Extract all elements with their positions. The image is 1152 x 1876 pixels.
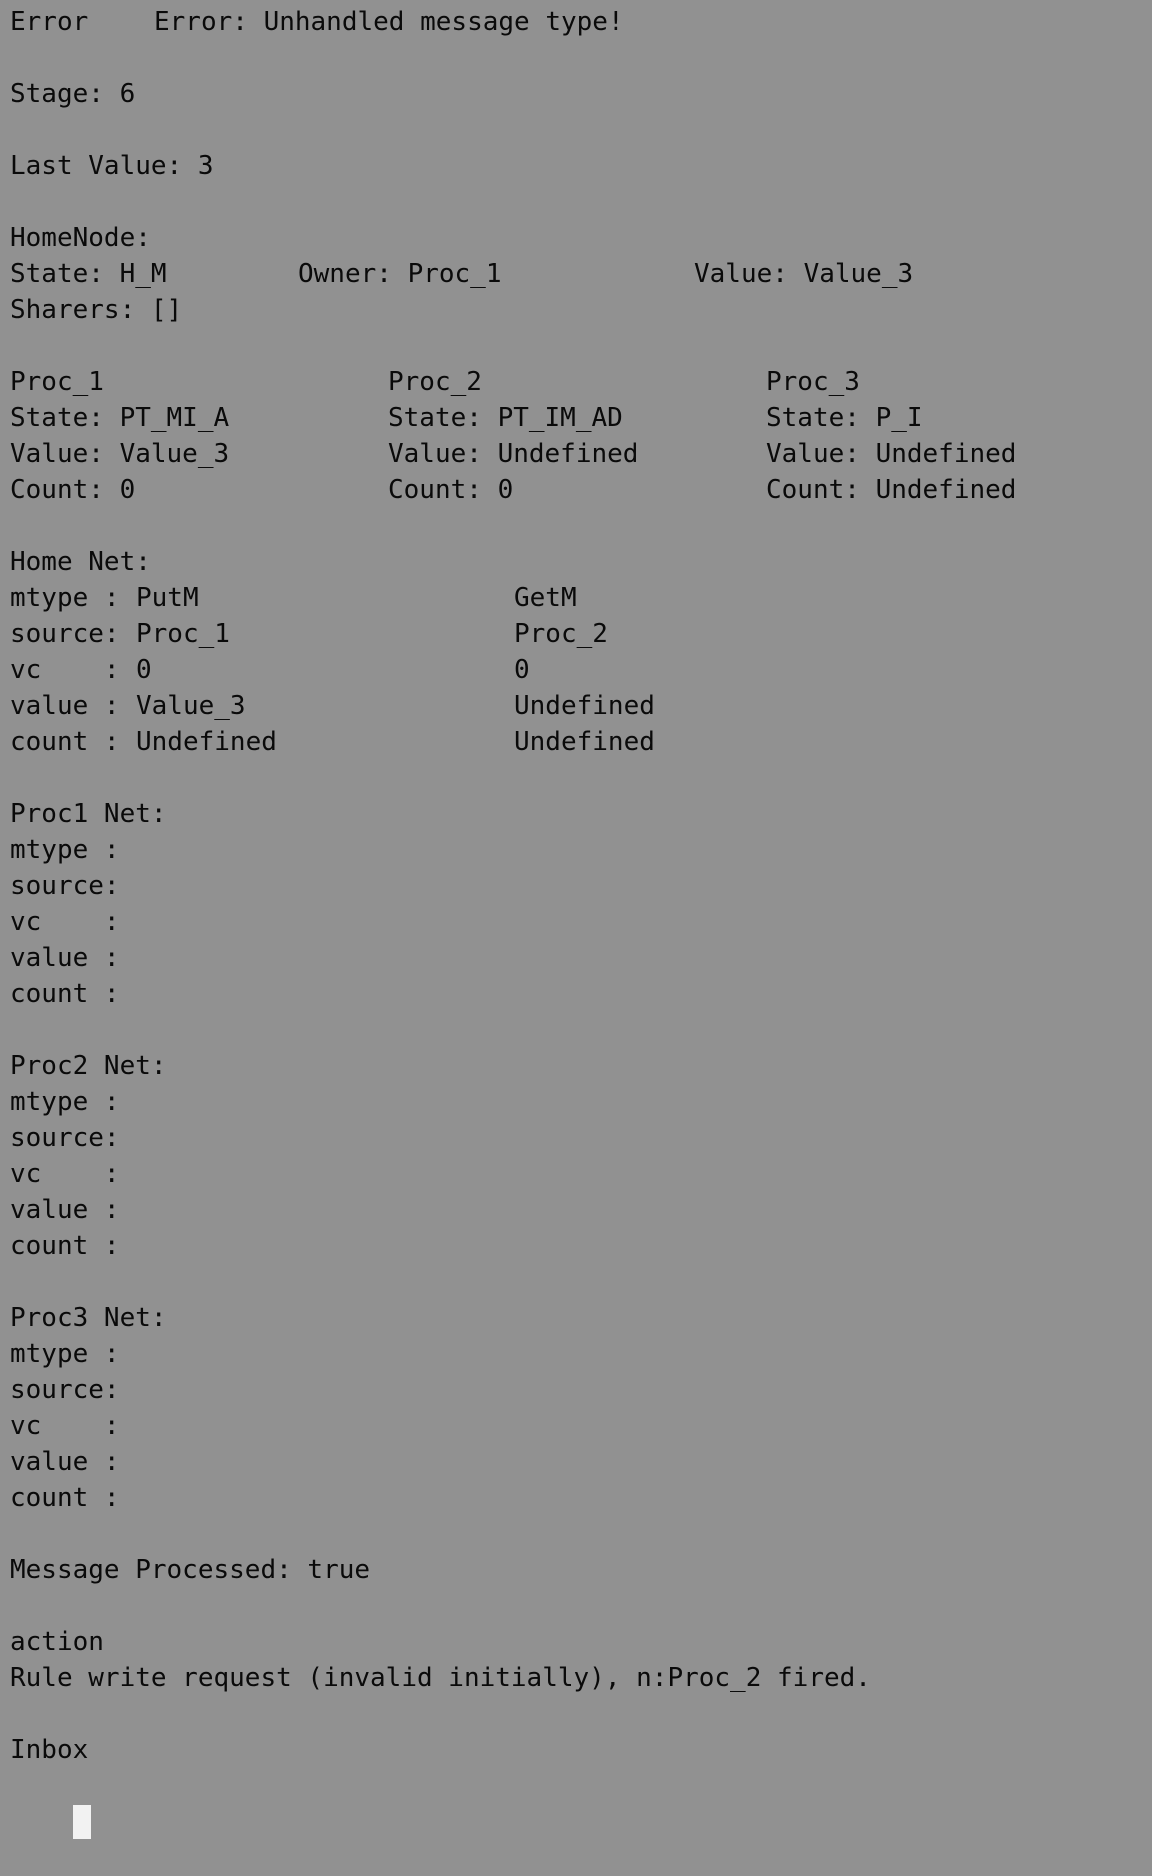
proc1-net-row: vc :: [10, 907, 120, 937]
home-net-value-2: Proc_2: [514, 619, 608, 649]
home-net-label: vc :: [10, 655, 120, 685]
home-net-value-2: 0: [514, 655, 530, 685]
proc1-net-row: count :: [10, 979, 120, 1009]
home-net-label: source:: [10, 619, 120, 649]
inbox-title: Inbox: [10, 1735, 89, 1765]
stage-line: Stage: 6: [10, 79, 136, 109]
proc3-net-row: vc :: [10, 1411, 120, 1441]
proc2-net-row: count :: [10, 1231, 120, 1261]
proc1-net-row: source:: [10, 871, 120, 901]
home-net-value-1: Value_3: [136, 691, 246, 721]
home-net-value-1: PutM: [136, 583, 199, 613]
proc-state-line: State: PT_MI_A State: PT_IM_AD State: P_…: [10, 400, 1140, 436]
home-net-value-2: GetM: [514, 583, 577, 613]
error-message: Error: Unhandled message type!: [154, 7, 624, 37]
home-net-row: mtype : PutM GetM: [10, 580, 1140, 616]
proc-2-name: Proc_2: [388, 367, 482, 397]
last-value-line: Last Value: 3: [10, 151, 214, 181]
proc3-net-row: source:: [10, 1375, 120, 1405]
home-net-value-2: Undefined: [514, 691, 655, 721]
action-text: Rule write request (invalid initially), …: [10, 1663, 871, 1693]
home-net-value-1: 0: [136, 655, 152, 685]
home-net-value-1: Undefined: [136, 727, 277, 757]
home-node-line: State: H_M Owner: Proc_1 Value: Value_3: [10, 256, 1140, 292]
home-net-value-1: Proc_1: [136, 619, 230, 649]
home-net-label: value :: [10, 691, 120, 721]
home-net-title: Home Net:: [10, 547, 151, 577]
home-net-row: value : Value_3 Undefined: [10, 688, 1140, 724]
home-node-value: Value: Value_3: [694, 259, 914, 289]
terminal-output: Error Error: Unhandled message type! Sta…: [10, 4, 1140, 1839]
action-title: action: [10, 1627, 104, 1657]
proc3-net-title: Proc3 Net:: [10, 1303, 167, 1333]
home-net-value-2: Undefined: [514, 727, 655, 757]
proc-1-value: Value: Value_3: [10, 439, 230, 469]
proc2-net-title: Proc2 Net:: [10, 1051, 167, 1081]
home-node-title: HomeNode:: [10, 223, 151, 253]
proc-2-value: Value: Undefined: [388, 439, 639, 469]
proc-3-name: Proc_3: [766, 367, 860, 397]
home-net-label: mtype :: [10, 583, 120, 613]
proc-3-state: State: P_I: [766, 403, 923, 433]
proc2-net-row: mtype :: [10, 1087, 120, 1117]
home-net-label: count :: [10, 727, 120, 757]
home-net-row: count : Undefined Undefined: [10, 724, 1140, 760]
proc3-net-row: count :: [10, 1483, 120, 1513]
proc3-net-row: mtype :: [10, 1339, 120, 1369]
proc1-net-row: value :: [10, 943, 120, 973]
proc-2-count: Count: 0: [388, 475, 514, 505]
home-node-sharers: Sharers: []: [10, 295, 183, 325]
proc-1-state: State: PT_MI_A: [10, 403, 230, 433]
proc-count-line: Count: 0 Count: 0 Count: Undefined: [10, 472, 1140, 508]
home-node-owner: Owner: Proc_1: [298, 259, 502, 289]
proc-name-line: Proc_1 Proc_2 Proc_3: [10, 364, 1140, 400]
proc1-net-title: Proc1 Net:: [10, 799, 167, 829]
home-net-row: vc : 0 0: [10, 652, 1140, 688]
proc-2-state: State: PT_IM_AD: [388, 403, 623, 433]
home-net-row: source: Proc_1 Proc_2: [10, 616, 1140, 652]
proc-3-count: Count: Undefined: [766, 475, 1017, 505]
proc2-net-row: value :: [10, 1195, 120, 1225]
proc-3-value: Value: Undefined: [766, 439, 1017, 469]
error-line: Error Error: Unhandled message type!: [10, 4, 1140, 40]
proc-1-name: Proc_1: [10, 367, 104, 397]
proc1-net-row: mtype :: [10, 835, 120, 865]
proc2-net-row: source:: [10, 1123, 120, 1153]
terminal-cursor[interactable]: [72, 1804, 91, 1839]
home-node-state: State: H_M: [10, 259, 167, 289]
proc3-net-row: value :: [10, 1447, 120, 1477]
proc-value-line: Value: Value_3 Value: Undefined Value: U…: [10, 436, 1140, 472]
proc-1-count: Count: 0: [10, 475, 136, 505]
message-processed-line: Message Processed: true: [10, 1555, 371, 1585]
input-line[interactable]: [10, 1768, 1140, 1839]
proc2-net-row: vc :: [10, 1159, 120, 1189]
error-label: Error: [10, 7, 89, 37]
